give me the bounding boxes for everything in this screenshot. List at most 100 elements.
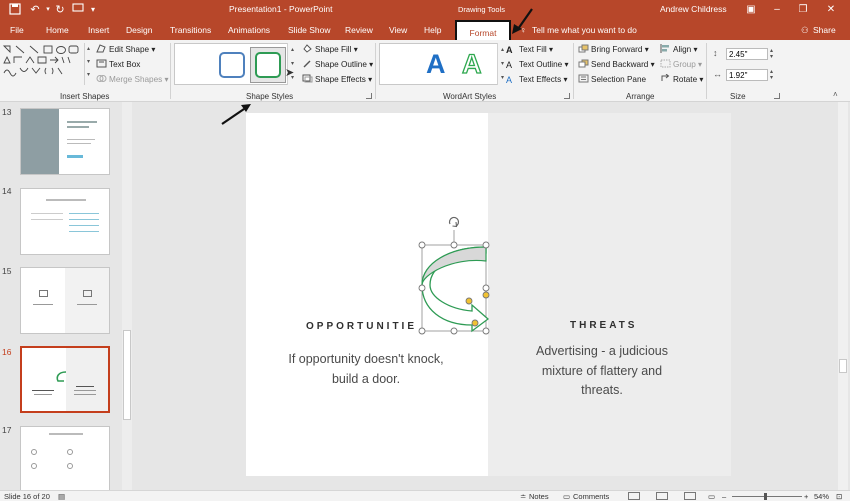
shape-styles-dialog-launcher[interactable]	[366, 93, 372, 99]
slideshow-view-icon[interactable]: ▭	[708, 492, 715, 501]
close-icon[interactable]: ✕	[820, 2, 842, 18]
shape-effects-button[interactable]: Shape Effects ▾	[302, 74, 372, 86]
slide-thumbnail-13[interactable]	[20, 108, 110, 175]
edit-shape-button[interactable]: Edit Shape ▾	[96, 44, 155, 56]
thumb-icon	[39, 290, 48, 297]
undo-icon[interactable]: ↶	[28, 3, 42, 17]
thumb-line	[77, 304, 97, 305]
slideshow-start-icon[interactable]	[71, 3, 85, 17]
thumb-line	[74, 394, 96, 395]
shape-styles-gallery[interactable]	[174, 43, 288, 85]
zoom-slider[interactable]	[732, 496, 802, 497]
thumb-circle	[67, 463, 73, 469]
slide-thumbnail-16[interactable]	[20, 346, 110, 413]
align-button[interactable]: Align ▾	[660, 44, 698, 56]
group-divider	[170, 43, 171, 99]
tell-me-box[interactable]: Tell me what you want to do	[532, 25, 637, 35]
shape-style-blue-outline[interactable]	[219, 52, 245, 78]
wordart-style-blue[interactable]: A	[426, 49, 446, 80]
shape-height-spinner[interactable]: ▴ ▾	[770, 48, 773, 60]
lightbulb-icon: ♀	[520, 25, 527, 35]
opportunities-body[interactable]: If opportunity doesn't knock, build a do…	[286, 350, 446, 389]
tab-view[interactable]: View	[389, 25, 407, 35]
user-name[interactable]: Andrew Childress	[660, 4, 727, 14]
slide-canvas[interactable]: OPPORTUNITIE If opportunity doesn't knoc…	[246, 113, 731, 476]
bring-forward-label: Bring Forward	[591, 45, 643, 54]
shapes-gallery-scroll[interactable]: ▴ ▾ ▾	[84, 43, 92, 85]
comments-button[interactable]: Comments	[573, 492, 609, 501]
shapes-gallery[interactable]	[2, 43, 84, 87]
shape-outline-icon	[302, 59, 313, 68]
editor-scrollbar[interactable]	[838, 102, 848, 490]
text-outline-icon: A	[506, 60, 513, 70]
text-effects-button[interactable]: A Text Effects ▾	[506, 74, 568, 86]
notes-icon[interactable]: ≐	[520, 492, 526, 501]
notes-button[interactable]: Notes	[529, 492, 549, 501]
thumb-line	[69, 219, 99, 220]
send-backward-button[interactable]: Send Backward ▾	[578, 59, 655, 71]
text-box-button[interactable]: Text Box	[96, 59, 140, 71]
zoom-out-icon[interactable]: –	[722, 492, 726, 501]
restore-icon[interactable]: ❐	[792, 2, 814, 18]
threats-body[interactable]: Advertising - a judicious mixture of fla…	[529, 342, 675, 401]
tab-file[interactable]: File	[10, 25, 24, 35]
shape-width-spinner[interactable]: ▴ ▾	[770, 69, 773, 81]
thumb-line	[69, 225, 99, 226]
slide-thumbnail-15[interactable]	[20, 267, 110, 334]
share-button[interactable]: Share	[813, 25, 836, 35]
shape-width-input[interactable]	[726, 69, 768, 81]
tab-insert[interactable]: Insert	[88, 25, 109, 35]
thumbnail-scrollbar[interactable]	[122, 102, 132, 490]
threats-heading[interactable]: THREATS	[570, 320, 637, 331]
shapes-gallery-icons	[2, 45, 79, 77]
shape-outline-button[interactable]: Shape Outline ▾	[302, 59, 373, 71]
collapse-ribbon-icon[interactable]: ˄	[833, 90, 838, 99]
opportunities-heading[interactable]: OPPORTUNITIE	[306, 321, 417, 332]
size-dialog-launcher[interactable]	[774, 93, 780, 99]
comments-icon[interactable]: ▭	[563, 492, 570, 501]
wordart-dialog-launcher[interactable]	[564, 93, 570, 99]
customize-qat-icon[interactable]: ▾	[86, 3, 100, 17]
thumbnail-scroll-thumb[interactable]	[123, 330, 131, 420]
reading-view-icon[interactable]	[684, 492, 696, 500]
tab-help[interactable]: Help	[424, 25, 441, 35]
fit-slide-icon[interactable]: ⊡	[836, 492, 842, 501]
tab-format[interactable]: Format	[455, 20, 511, 40]
curved-arrow-shape[interactable]	[412, 213, 496, 338]
merge-shapes-button[interactable]: Merge Shapes ▾	[96, 74, 169, 86]
group-button[interactable]: Group ▾	[660, 59, 702, 71]
selection-pane-button[interactable]: Selection Pane	[578, 74, 646, 86]
tab-animations[interactable]: Animations	[228, 25, 270, 35]
group-icon	[660, 59, 671, 68]
shape-fill-button[interactable]: Shape Fill ▾	[302, 44, 358, 56]
tab-home[interactable]: Home	[46, 25, 69, 35]
spell-check-icon[interactable]: ▤	[58, 492, 65, 501]
tab-review[interactable]: Review	[345, 25, 373, 35]
normal-view-icon[interactable]	[628, 492, 640, 500]
wordart-styles-gallery[interactable]: A A	[379, 43, 500, 85]
slide-sorter-icon[interactable]	[656, 492, 668, 500]
align-icon	[660, 44, 671, 53]
wordart-style-green-outline[interactable]: A	[461, 48, 482, 80]
tab-transitions[interactable]: Transitions	[170, 25, 211, 35]
slide-thumbnail-17[interactable]	[20, 426, 110, 493]
text-fill-button[interactable]: A Text Fill ▾	[506, 44, 553, 56]
share-icon: ⚇	[801, 25, 809, 35]
tab-slide-show[interactable]: Slide Show	[288, 25, 331, 35]
shape-style-green-outline[interactable]	[255, 52, 281, 78]
shape-outline-label: Shape Outline	[315, 60, 367, 69]
zoom-in-icon[interactable]: +	[804, 492, 808, 501]
tab-design[interactable]: Design	[126, 25, 152, 35]
shape-height-input[interactable]	[726, 48, 768, 60]
minimize-icon[interactable]: –	[766, 2, 788, 18]
editor-scroll-thumb[interactable]	[839, 359, 847, 373]
ribbon-display-icon[interactable]: ▣	[740, 2, 762, 18]
text-outline-button[interactable]: A Text Outline ▾	[506, 59, 569, 71]
slide-thumbnail-14[interactable]	[20, 188, 110, 255]
rotate-button[interactable]: Rotate ▾	[660, 73, 704, 86]
zoom-level[interactable]: 54%	[814, 492, 829, 501]
bring-forward-button[interactable]: Bring Forward ▾	[578, 44, 649, 56]
zoom-slider-thumb[interactable]	[764, 493, 767, 500]
repeat-icon[interactable]: ↻	[53, 3, 67, 17]
save-icon[interactable]	[8, 3, 22, 17]
